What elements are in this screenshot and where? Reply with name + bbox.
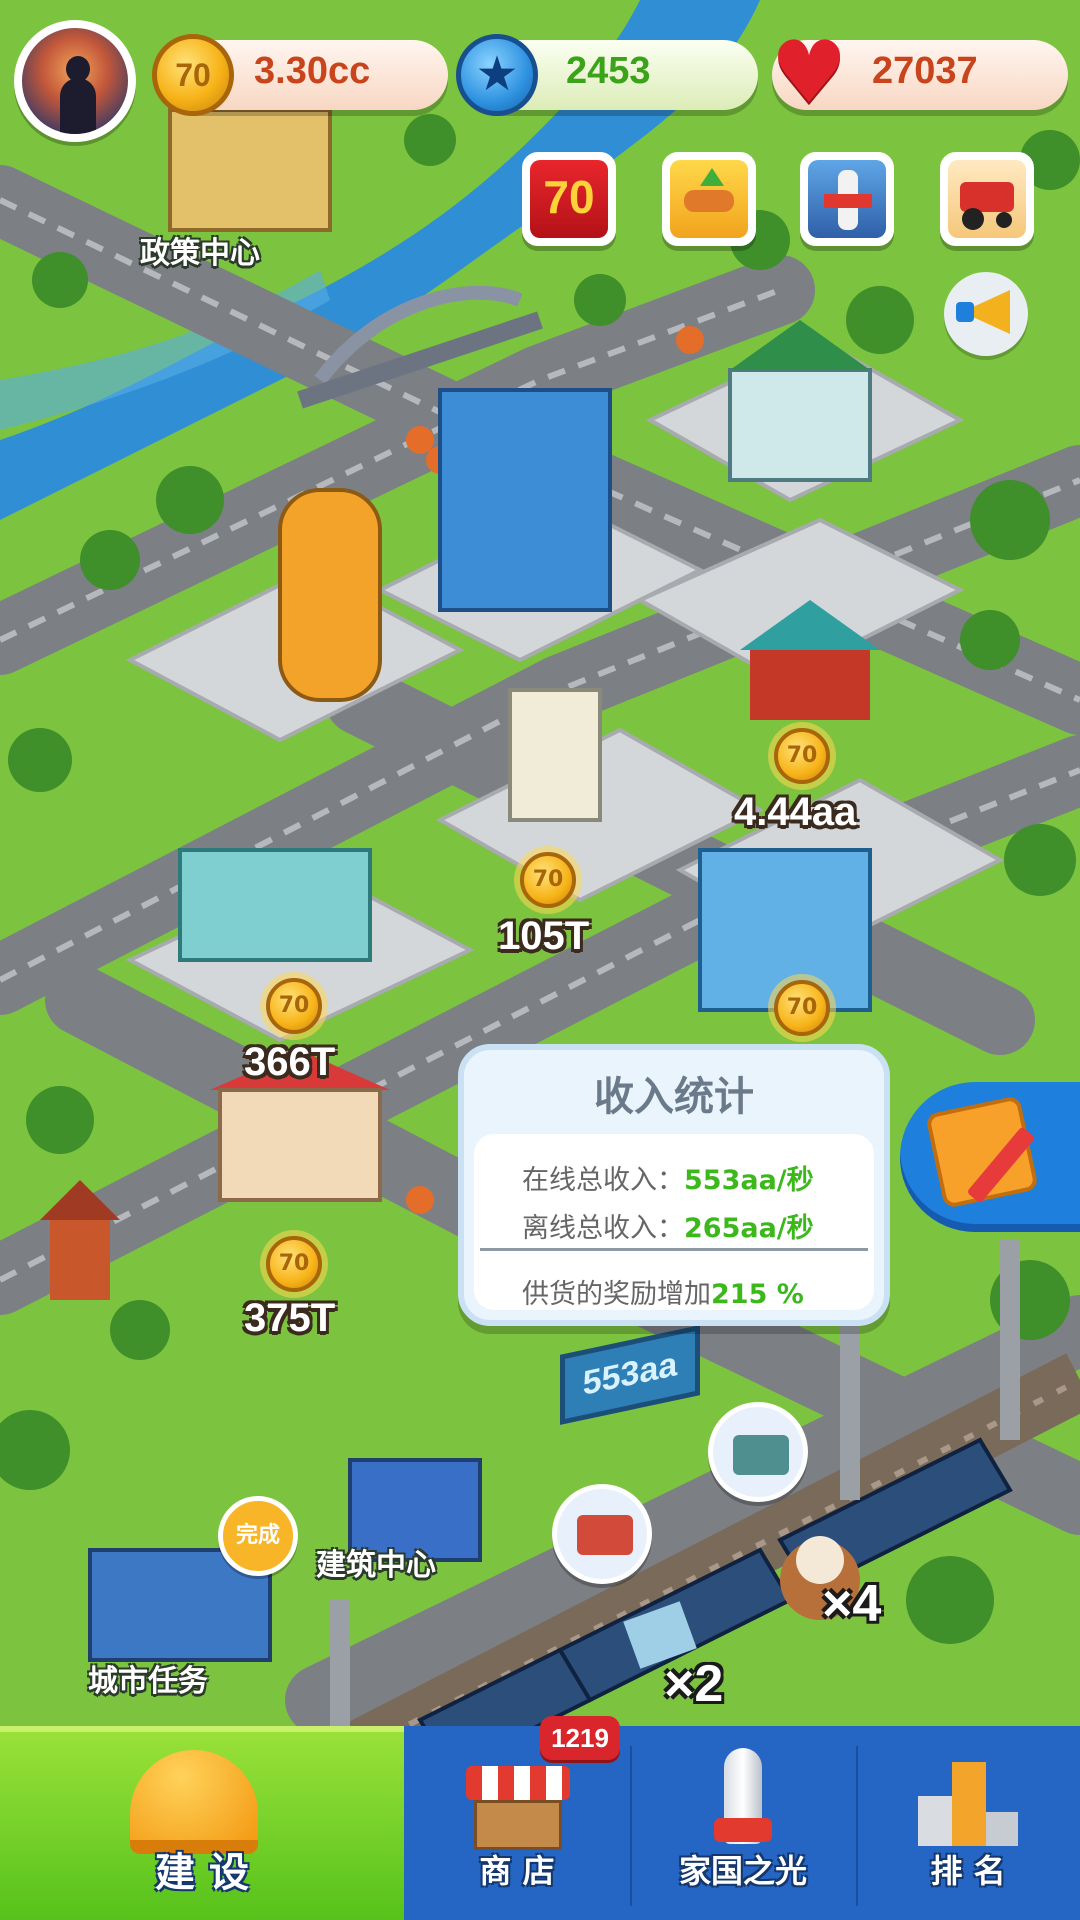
- event-70-anniversary-icon[interactable]: 70: [522, 152, 616, 246]
- supply-bonus-value: 215 %: [711, 1279, 804, 1310]
- offline-income-value: 265aa/秒: [684, 1213, 814, 1244]
- income-stats-body: 在线总收入：553aa/秒 离线总收入：265aa/秒 供货的奖励增加215 %: [474, 1134, 874, 1310]
- coin-amount: 3.30cc: [254, 50, 371, 92]
- bottom-nav: 建 设 商 店 家国之光 排 名: [0, 1726, 1080, 1920]
- blue-star-icon: ★: [456, 34, 538, 116]
- tv-station-income: 105T: [498, 914, 590, 958]
- nav-shop-label: 商 店: [479, 1852, 555, 1890]
- trade-mall-income: 366T: [244, 1040, 336, 1084]
- trade-mall-coin-icon[interactable]: 70: [266, 978, 322, 1034]
- nav-national-light-tab[interactable]: 家国之光: [630, 1726, 856, 1920]
- hard-hat-icon: [130, 1750, 258, 1854]
- task-complete-badge[interactable]: 完成: [218, 1496, 298, 1576]
- podium-icon: [918, 1762, 1018, 1846]
- income-stats-panel[interactable]: 收入统计 在线总收入：553aa/秒 离线总收入：265aa/秒 供货的奖励增加…: [458, 1044, 890, 1326]
- building-center-label[interactable]: 建筑中心: [316, 1540, 436, 1584]
- event-landmark-icon[interactable]: [800, 152, 894, 246]
- online-income-row: 在线总收入：553aa/秒: [522, 1158, 814, 1197]
- house-income: 375T: [244, 1296, 336, 1340]
- offline-income-label: 离线总收入：: [522, 1213, 684, 1244]
- teahouse-income: 4.44aa: [734, 790, 857, 834]
- cargo-order-factory-bubble[interactable]: [708, 1402, 808, 1502]
- heart-resource-bar[interactable]: ♥ 27037: [770, 30, 1068, 116]
- policy-center-label[interactable]: 政策中心: [140, 228, 260, 272]
- shop-icon: [466, 1766, 570, 1850]
- city-map-illustration: [0, 0, 1080, 1920]
- coin-70-icon: 70: [152, 34, 234, 116]
- nav-national-light-label: 家国之光: [678, 1852, 807, 1890]
- nav-ranking-label: 排 名: [930, 1852, 1006, 1890]
- city-tasks-label[interactable]: 城市任务: [88, 1656, 208, 1700]
- tv-station-coin-icon[interactable]: 70: [520, 852, 576, 908]
- gem-resource-bar[interactable]: ★ 2453: [456, 34, 758, 116]
- city-edit-button[interactable]: [900, 1082, 1080, 1232]
- online-income-value: 553aa/秒: [684, 1165, 814, 1196]
- event-tractor-icon[interactable]: [940, 152, 1034, 246]
- train-cargo-count-4: ×4: [822, 1575, 882, 1633]
- megaphone-announcement-icon[interactable]: [944, 262, 1044, 362]
- gem-amount: 2453: [566, 50, 651, 92]
- panel-divider: [480, 1248, 868, 1251]
- coin-resource-bar[interactable]: 70 3.30cc: [152, 34, 448, 116]
- pool-tower-coin-icon[interactable]: 70: [774, 980, 830, 1036]
- supply-bonus-label: 供货的奖励增加: [522, 1279, 711, 1310]
- nav-ranking-tab[interactable]: 排 名: [856, 1726, 1080, 1920]
- heart-amount: 27037: [872, 50, 978, 92]
- online-income-label: 在线总收入：: [522, 1165, 684, 1196]
- city-map[interactable]: [0, 0, 1080, 1920]
- supply-bonus-row: 供货的奖励增加215 %: [522, 1272, 804, 1311]
- cargo-order-house-bubble[interactable]: [552, 1484, 652, 1584]
- offline-income-row: 离线总收入：265aa/秒: [522, 1206, 814, 1245]
- nav-build-label: 建 设: [155, 1850, 249, 1896]
- event-handshake-icon[interactable]: [662, 152, 756, 246]
- income-stats-title: 收入统计: [594, 1074, 754, 1120]
- shop-notification-badge: 1219: [540, 1716, 620, 1760]
- teahouse-coin-icon[interactable]: 70: [774, 728, 830, 784]
- player-avatar[interactable]: [14, 20, 136, 142]
- house-coin-icon[interactable]: 70: [266, 1236, 322, 1292]
- heart-icon: ♥: [770, 23, 848, 123]
- nav-build-tab[interactable]: 建 设: [0, 1726, 404, 1920]
- anniversary-70-label: 70: [543, 171, 595, 223]
- train-cargo-count-2: ×2: [664, 1655, 724, 1713]
